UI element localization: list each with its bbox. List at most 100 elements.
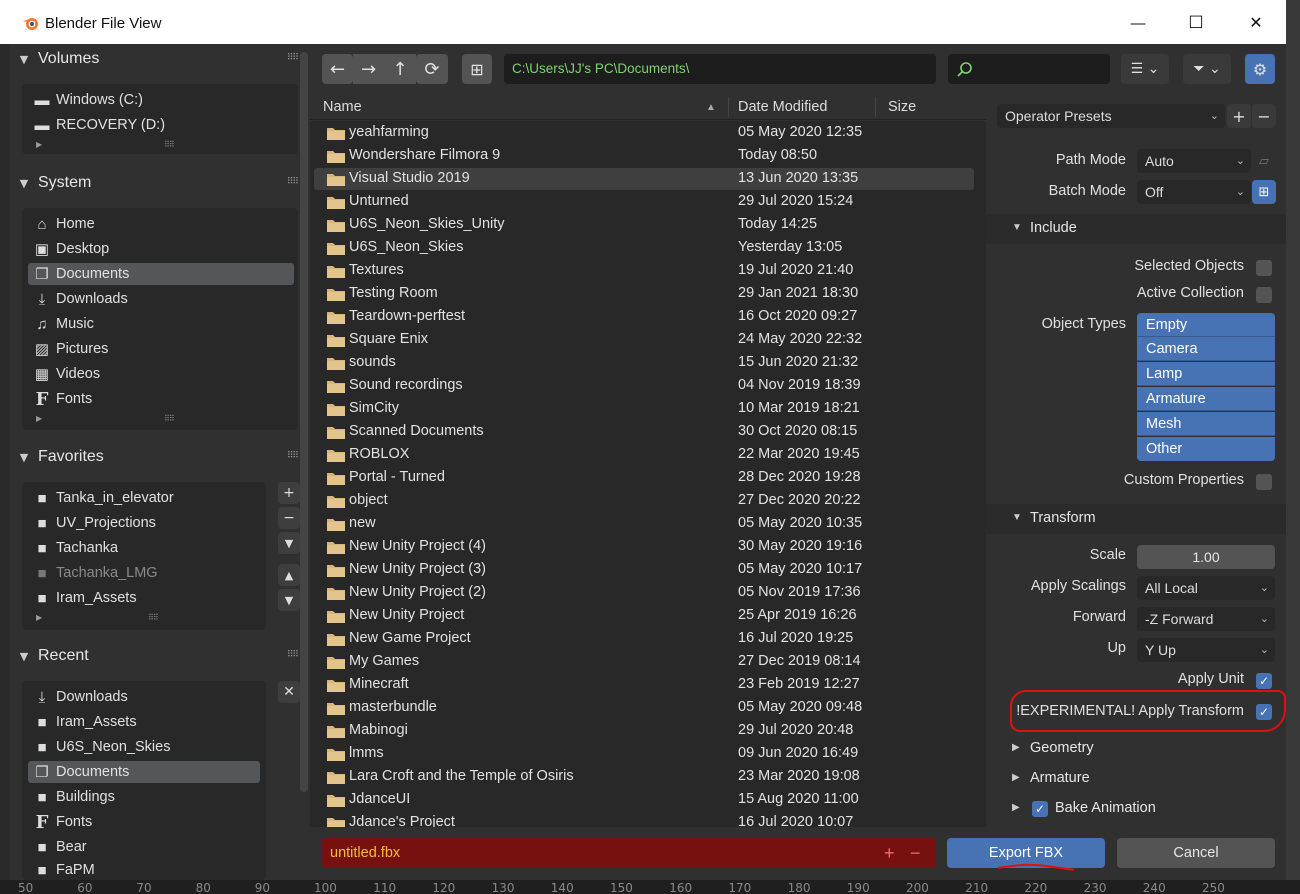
apply-scalings-dropdown[interactable]: All Local ⌄ [1137, 576, 1275, 600]
file-row[interactable]: object 27 Dec 2020 20:22 [314, 490, 974, 512]
file-row[interactable]: Jdance's Project 16 Jul 2020 10:07 [314, 812, 974, 827]
remove-bookmark-button[interactable]: − [278, 507, 300, 529]
file-row[interactable]: U6S_Neon_Skies Yesterday 13:05 [314, 237, 974, 259]
sidebar-item-favorite[interactable]: ■ Tanka_in_elevator [28, 487, 260, 509]
file-row[interactable]: Visual Studio 2019 13 Jun 2020 13:35 [314, 168, 974, 190]
bake-animation-panel-header[interactable]: ▶ ✓ Bake Animation [986, 794, 1286, 824]
geometry-panel-header[interactable]: ▶ Geometry [986, 734, 1286, 764]
maximize-button[interactable]: ☐ [1176, 8, 1216, 38]
sidebar-item-recent[interactable]: F Fonts [28, 811, 260, 833]
sidebar-item-favorite[interactable]: ■ Tachanka_LMG [28, 562, 260, 584]
file-row[interactable]: New Game Project 16 Jul 2020 19:25 [314, 628, 974, 650]
forward-button[interactable]: → [353, 54, 384, 84]
sidebar-item-recent[interactable]: ■ U6S_Neon_Skies [28, 736, 260, 758]
custom-properties-checkbox[interactable] [1256, 474, 1272, 490]
object-type-empty[interactable]: Empty [1137, 313, 1275, 337]
expand-triangle-icon[interactable]: ▶ [36, 140, 42, 149]
system-panel-header[interactable]: ▼ System ⠿⠿ [10, 170, 302, 196]
file-row[interactable]: Square Enix 24 May 2020 22:32 [314, 329, 974, 351]
file-row[interactable]: ROBLOX 22 Mar 2020 19:45 [314, 444, 974, 466]
new-folder-button[interactable]: ⊞ [462, 54, 492, 84]
expand-triangle-icon[interactable]: ▶ [36, 613, 42, 622]
file-row[interactable]: new 05 May 2020 10:35 [314, 513, 974, 535]
display-mode-dropdown[interactable]: ☰ ⌄ [1121, 54, 1169, 84]
sidebar-item-pictures[interactable]: ▨ Pictures [28, 338, 294, 360]
close-window-button[interactable]: ✕ [1236, 8, 1276, 38]
sidebar-scrollbar[interactable] [300, 52, 308, 792]
file-row[interactable]: Lara Croft and the Temple of Osiris 23 Ma… [314, 766, 974, 788]
sidebar-item-desktop[interactable]: ▣ Desktop [28, 238, 294, 260]
file-row[interactable]: Teardown-perftest 16 Oct 2020 09:27 [314, 306, 974, 328]
column-name[interactable]: Name [323, 99, 362, 115]
sidebar-item-recent[interactable]: ❐ Documents [28, 761, 260, 783]
file-row[interactable]: New Unity Project 25 Apr 2019 16:26 [314, 605, 974, 627]
file-row[interactable]: Sound recordings 04 Nov 2019 18:39 [314, 375, 974, 397]
forward-axis-dropdown[interactable]: -Z Forward ⌄ [1137, 607, 1275, 631]
up-axis-dropdown[interactable]: Y Up ⌄ [1137, 638, 1275, 662]
object-type-camera[interactable]: Camera [1137, 337, 1275, 361]
drag-grip-icon[interactable]: ⠿⠿ [287, 53, 299, 63]
sidebar-item-recent[interactable]: ⤓ Downloads [28, 686, 260, 708]
parent-directory-button[interactable]: ↑ [384, 54, 416, 84]
sidebar-item-recent[interactable]: ■ Buildings [28, 786, 260, 808]
drag-grip-icon[interactable]: ⠿⠿ [287, 650, 299, 660]
apply-unit-checkbox[interactable]: ✓ [1256, 673, 1272, 689]
object-type-other[interactable]: Other [1137, 437, 1275, 461]
sidebar-item-recent[interactable]: ■ Bear [28, 836, 260, 858]
settings-toggle-button[interactable]: ⚙ [1245, 54, 1275, 84]
clear-recent-button[interactable]: ✕ [278, 681, 300, 703]
include-panel-header[interactable]: ▼ Include [986, 214, 1286, 244]
sidebar-item-recent[interactable]: ■ Iram_Assets [28, 711, 260, 733]
sidebar-item-documents[interactable]: ❐ Documents [28, 263, 294, 285]
operator-presets-dropdown[interactable]: Operator Presets ⌄ [997, 104, 1225, 128]
file-row[interactable]: Scanned Documents 30 Oct 2020 08:15 [314, 421, 974, 443]
file-row[interactable]: Portal - Turned 28 Dec 2020 19:28 [314, 467, 974, 489]
selected-objects-checkbox[interactable] [1256, 260, 1272, 276]
sidebar-item-recent[interactable]: ■ FaPM [28, 861, 260, 879]
object-type-lamp[interactable]: Lamp [1137, 362, 1275, 386]
column-size[interactable]: Size [888, 99, 916, 115]
file-row[interactable]: sounds 15 Jun 2020 21:32 [314, 352, 974, 374]
sort-ascending-icon[interactable]: ▲ [706, 102, 716, 113]
sidebar-item-home[interactable]: ⌂ Home [28, 213, 294, 235]
file-row[interactable]: New Unity Project (3) 05 May 2020 10:17 [314, 559, 974, 581]
expand-triangle-icon[interactable]: ▶ [36, 414, 42, 423]
file-row[interactable]: Unturned 29 Jul 2020 15:24 [314, 191, 974, 213]
refresh-button[interactable]: ⟳ [416, 54, 448, 84]
batch-mode-dropdown[interactable]: Off ⌄ [1137, 180, 1251, 204]
path-field[interactable]: C:\Users\JJ's PC\Documents\ [504, 54, 936, 84]
sidebar-item-fonts[interactable]: F Fonts [28, 388, 294, 410]
bake-animation-checkbox[interactable]: ✓ [1032, 801, 1048, 817]
column-date-modified[interactable]: Date Modified [738, 99, 827, 115]
file-row[interactable]: Testing Room 29 Jan 2021 18:30 [314, 283, 974, 305]
sidebar-item-videos[interactable]: ▦ Videos [28, 363, 294, 385]
resize-grip-icon[interactable]: ⠿⠿ [164, 414, 175, 423]
remove-preset-button[interactable]: − [1252, 104, 1276, 128]
sidebar-item-music[interactable]: ♫ Music [28, 313, 294, 335]
decrement-filename-button[interactable]: − [910, 838, 921, 868]
scale-field[interactable]: 1.00 [1137, 545, 1275, 569]
increment-filename-button[interactable]: + [884, 838, 895, 868]
file-row[interactable]: Textures 19 Jul 2020 21:40 [314, 260, 974, 282]
column-divider[interactable] [875, 97, 876, 117]
sidebar-item-recovery-d[interactable]: ▬ RECOVERY (D:) [28, 114, 166, 136]
active-collection-checkbox[interactable] [1256, 287, 1272, 303]
file-row[interactable]: New Unity Project (2) 05 Nov 2019 17:36 [314, 582, 974, 604]
batch-own-dir-toggle[interactable]: ⊞ [1252, 180, 1276, 204]
filter-dropdown[interactable]: ⏷ ⌄ [1183, 54, 1231, 84]
minimize-button[interactable]: — [1118, 8, 1158, 38]
drag-grip-icon[interactable]: ⠿⠿ [287, 451, 299, 461]
filename-field[interactable]: untitled.fbx + − [322, 838, 936, 868]
sidebar-item-downloads[interactable]: ⤓ Downloads [28, 288, 294, 310]
sidebar-item-favorite[interactable]: ■ UV_Projections [28, 512, 260, 534]
file-row[interactable]: Minecraft 23 Feb 2019 12:27 [314, 674, 974, 696]
path-mode-dropdown[interactable]: Auto ⌄ [1137, 149, 1251, 173]
bookmark-menu-button[interactable]: ▼ [278, 532, 300, 554]
object-type-armature[interactable]: Armature [1137, 387, 1275, 411]
armature-panel-header[interactable]: ▶ Armature [986, 764, 1286, 794]
sidebar-item-favorite[interactable]: ■ Tachanka [28, 537, 260, 559]
embed-textures-toggle[interactable]: ▱ [1252, 149, 1276, 173]
cancel-button[interactable]: Cancel [1117, 838, 1275, 868]
favorites-panel-header[interactable]: ▼ Favorites ⠿⠿ [10, 444, 302, 470]
file-row[interactable]: masterbundle 05 May 2020 09:48 [314, 697, 974, 719]
